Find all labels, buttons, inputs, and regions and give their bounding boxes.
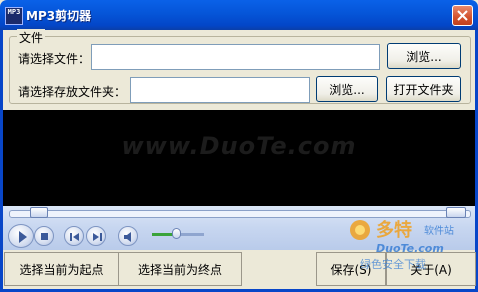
- previous-button[interactable]: [64, 226, 84, 246]
- close-button[interactable]: [452, 5, 473, 26]
- video-watermark: www.DuoTe.com: [121, 132, 357, 160]
- stop-icon: [41, 233, 48, 240]
- volume-fill: [152, 233, 174, 236]
- next-button[interactable]: [86, 226, 106, 246]
- browse-folder-button[interactable]: 浏览...: [316, 76, 378, 102]
- seek-thumb[interactable]: [30, 207, 48, 218]
- browse-file-button[interactable]: 浏览...: [387, 43, 461, 69]
- play-button[interactable]: [8, 224, 34, 248]
- seek-bar[interactable]: [9, 210, 471, 218]
- next-icon: [93, 233, 102, 241]
- app-icon-text: MP3: [7, 8, 21, 16]
- play-icon: [19, 231, 27, 243]
- mute-button[interactable]: [118, 226, 138, 246]
- folder-path-input[interactable]: [130, 77, 310, 103]
- seek-end-marker[interactable]: [446, 207, 466, 218]
- about-button[interactable]: 关于(A): [386, 252, 476, 286]
- open-folder-button[interactable]: 打开文件夹: [386, 76, 461, 102]
- title-bar[interactable]: MP3 MP3剪切器: [0, 0, 478, 30]
- close-icon: [457, 10, 468, 21]
- window-title: MP3剪切器: [26, 9, 92, 23]
- video-display[interactable]: www.DuoTe.com: [3, 110, 475, 206]
- previous-icon: [70, 233, 79, 241]
- set-start-button[interactable]: 选择当前为起点: [4, 252, 119, 286]
- volume-icon: [124, 232, 131, 242]
- select-file-label: 请选择文件：: [18, 52, 91, 66]
- save-button[interactable]: 保存(S): [316, 252, 386, 286]
- app-icon: MP3: [5, 7, 23, 25]
- select-folder-label: 请选择存放文件夹：: [18, 85, 127, 99]
- set-end-button[interactable]: 选择当前为终点: [118, 252, 242, 286]
- file-group-legend: 文件: [17, 29, 46, 46]
- volume-thumb[interactable]: [172, 228, 181, 239]
- stop-button[interactable]: [34, 226, 54, 246]
- file-path-input[interactable]: [91, 44, 380, 70]
